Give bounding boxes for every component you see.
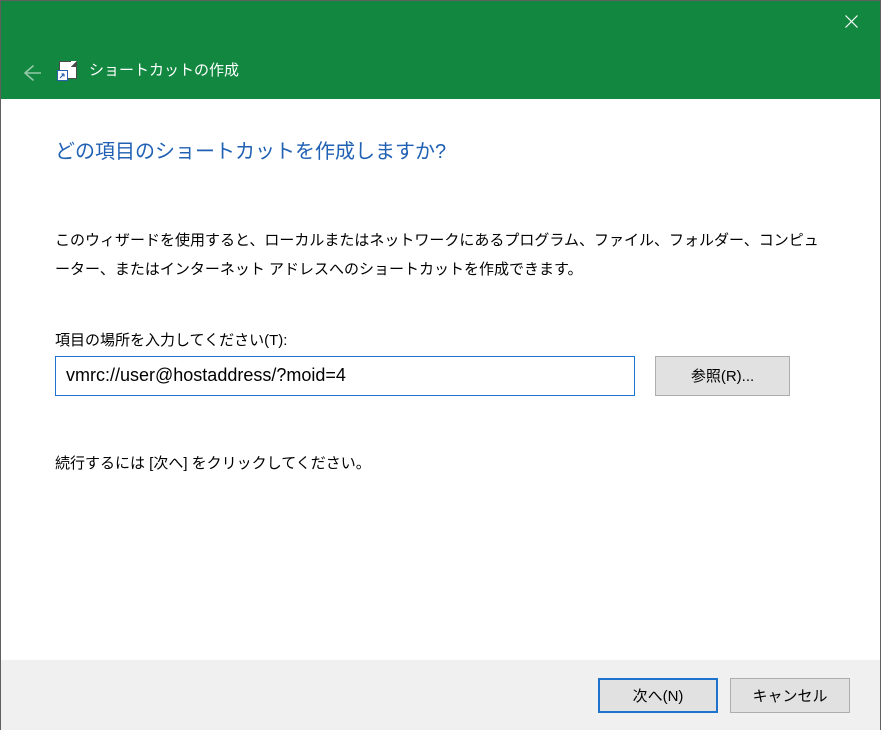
browse-button[interactable]: 参照(R)...	[655, 356, 790, 396]
titlebar: ショートカットの作成	[1, 1, 880, 99]
close-button[interactable]	[822, 1, 880, 41]
cancel-button[interactable]: キャンセル	[730, 678, 850, 713]
window-title: ショートカットの作成	[89, 59, 239, 80]
continue-hint: 続行するには [次へ] をクリックしてください。	[55, 452, 826, 473]
wizard-content: どの項目のショートカットを作成しますか? このウィザードを使用すると、ローカルま…	[1, 99, 880, 473]
shortcut-icon	[59, 61, 77, 79]
dialog-footer: 次へ(N) キャンセル	[1, 660, 880, 730]
back-button	[17, 59, 45, 87]
page-heading: どの項目のショートカットを作成しますか?	[55, 135, 826, 164]
location-input-row: 参照(R)...	[55, 356, 826, 396]
location-label: 項目の場所を入力してください(T):	[55, 329, 826, 350]
back-arrow-icon	[21, 63, 41, 83]
location-input[interactable]	[55, 356, 635, 396]
close-icon	[845, 15, 858, 28]
page-description: このウィザードを使用すると、ローカルまたはネットワークにあるプログラム、ファイル…	[55, 226, 826, 285]
title-row: ショートカットの作成	[59, 59, 239, 80]
next-button[interactable]: 次へ(N)	[598, 678, 718, 713]
